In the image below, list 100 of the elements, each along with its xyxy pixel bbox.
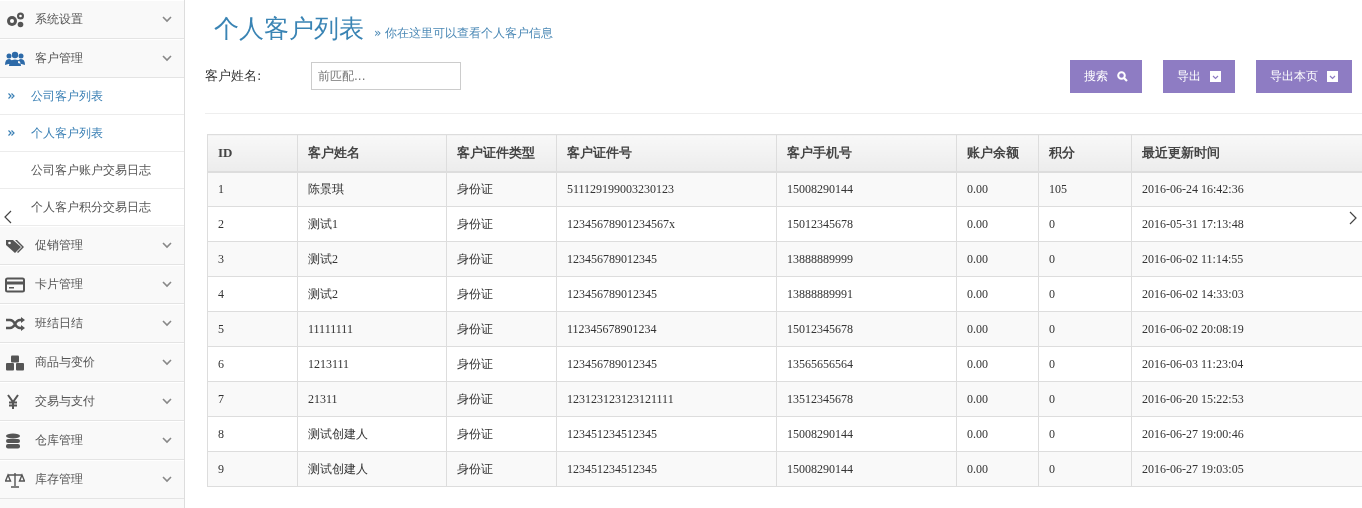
table-cell: 15008290144 <box>776 451 957 487</box>
file-icon <box>1210 70 1221 82</box>
table-cell: 身份证 <box>446 451 557 487</box>
chevron-down-icon <box>162 320 172 327</box>
chevron-right-icon[interactable] <box>1349 211 1357 225</box>
table-cell: 测试2 <box>297 241 447 277</box>
chevron-down-icon <box>162 281 172 288</box>
page-subtitle: » 你在这里可以查看个人客户信息 <box>374 25 554 42</box>
table-cell: 身份证 <box>446 311 557 347</box>
page-title: 个人客户列表 <box>214 13 364 45</box>
double-chevron-icon <box>8 130 15 136</box>
table-cell: 0.00 <box>956 171 1039 207</box>
database-icon <box>5 432 21 449</box>
table-cell: 测试创建人 <box>297 416 447 452</box>
card-icon <box>5 276 25 293</box>
table-cell: 0 <box>1038 381 1132 417</box>
search-icon <box>1117 70 1128 82</box>
table-cell: 2016-06-24 16:42:36 <box>1131 171 1362 207</box>
table-cell: 身份证 <box>446 206 557 242</box>
table-cell: 511129199003230123 <box>556 171 777 207</box>
cubes-icon <box>5 354 25 371</box>
table-cell: 测试创建人 <box>297 451 447 487</box>
name-field[interactable]: 前匹配... <box>311 62 461 90</box>
table-cell: 123451234512345 <box>556 451 777 487</box>
submenu-item[interactable]: 个人客户列表 <box>0 115 184 152</box>
table-cell: 5 <box>207 311 298 347</box>
table-cell: 0 <box>1038 276 1132 312</box>
column-header: 客户手机号 <box>776 134 957 172</box>
table-cell: 123123123123121111 <box>556 381 777 417</box>
table-cell: 0.00 <box>956 311 1039 347</box>
table-cell: 0.00 <box>956 241 1039 277</box>
menu-item[interactable]: 促销管理 <box>0 226 184 265</box>
menu-item[interactable]: 商品与变价 <box>0 343 184 382</box>
table-cell: 0.00 <box>956 416 1039 452</box>
submenu-item[interactable]: 公司客户账户交易日志 <box>0 152 184 189</box>
submenu-item[interactable]: 公司客户列表 <box>0 78 184 115</box>
menu-item[interactable]: 班结日结 <box>0 304 184 343</box>
chevron-down-icon <box>162 359 172 366</box>
chevron-down-icon <box>162 437 172 444</box>
table-cell: 13512345678 <box>776 381 957 417</box>
table-cell: 0 <box>1038 416 1132 452</box>
menu-item[interactable]: 交易与支付 <box>0 382 184 421</box>
table-cell: 13565656564 <box>776 346 957 382</box>
column-header: 积分 <box>1038 134 1132 172</box>
table-cell: 2016-06-20 15:22:53 <box>1131 381 1362 417</box>
table-cell: 4 <box>207 276 298 312</box>
menu-item[interactable]: 客户管理 <box>0 39 184 78</box>
table-cell: 2 <box>207 206 298 242</box>
table-cell: 112345678901234 <box>556 311 777 347</box>
table-cell: 123451234512345 <box>556 416 777 452</box>
table-cell: 0 <box>1038 451 1132 487</box>
table-cell: 9 <box>207 451 298 487</box>
yen-icon <box>5 393 21 410</box>
table-cell: 13888889991 <box>776 276 957 312</box>
table-cell: 123456789012345 <box>556 241 777 277</box>
table-cell: 0.00 <box>956 346 1039 382</box>
chevron-down-icon <box>162 16 172 23</box>
table-cell: 测试2 <box>297 276 447 312</box>
menu-item[interactable]: 库存管理 <box>0 460 184 499</box>
export-button[interactable]: 导出本页 <box>1256 59 1352 93</box>
table-cell: 0.00 <box>956 206 1039 242</box>
search-button[interactable]: 搜索 <box>1070 59 1142 93</box>
submenu-item[interactable]: 个人客户积分交易日志 <box>0 189 184 226</box>
chevron-down-icon <box>162 55 172 62</box>
chevron-left-icon[interactable] <box>4 210 12 224</box>
table-cell: 7 <box>207 381 298 417</box>
table-cell: 11111111 <box>297 311 447 347</box>
column-header: ID <box>207 134 298 172</box>
table-cell: 15008290144 <box>776 171 957 207</box>
table-cell: 0 <box>1038 311 1132 347</box>
table-cell: 0.00 <box>956 451 1039 487</box>
menu-item[interactable]: 系统设置 <box>0 0 184 39</box>
export-button[interactable]: 导出 <box>1163 59 1235 93</box>
table-cell: 6 <box>207 346 298 382</box>
table-cell: 15012345678 <box>776 206 957 242</box>
table-cell: 15012345678 <box>776 311 957 347</box>
table-cell: 0 <box>1038 206 1132 242</box>
users-icon <box>5 50 25 67</box>
table-cell: 3 <box>207 241 298 277</box>
column-header: 客户姓名 <box>297 134 447 172</box>
table-cell: 身份证 <box>446 171 557 207</box>
table-cell: 2016-06-02 20:08:19 <box>1131 311 1362 347</box>
shuffle-icon <box>5 315 25 332</box>
table-cell: 0.00 <box>956 276 1039 312</box>
field-label: 客户姓名: <box>205 67 263 85</box>
table-cell: 身份证 <box>446 346 557 382</box>
menu-item[interactable]: 仓库管理 <box>0 421 184 460</box>
column-header: 账户余额 <box>956 134 1039 172</box>
table-cell: 15008290144 <box>776 416 957 452</box>
table-cell: 105 <box>1038 171 1132 207</box>
table-cell: 1 <box>207 171 298 207</box>
tags-icon <box>5 237 25 254</box>
table-cell: 2016-06-27 19:03:05 <box>1131 451 1362 487</box>
chevron-down-icon <box>162 242 172 249</box>
table-cell: 身份证 <box>446 381 557 417</box>
table-cell: 0 <box>1038 241 1132 277</box>
table-cell: 陈景琪 <box>297 171 447 207</box>
table-cell: 身份证 <box>446 416 557 452</box>
menu-item[interactable]: 卡片管理 <box>0 265 184 304</box>
file-icon <box>1327 70 1338 82</box>
